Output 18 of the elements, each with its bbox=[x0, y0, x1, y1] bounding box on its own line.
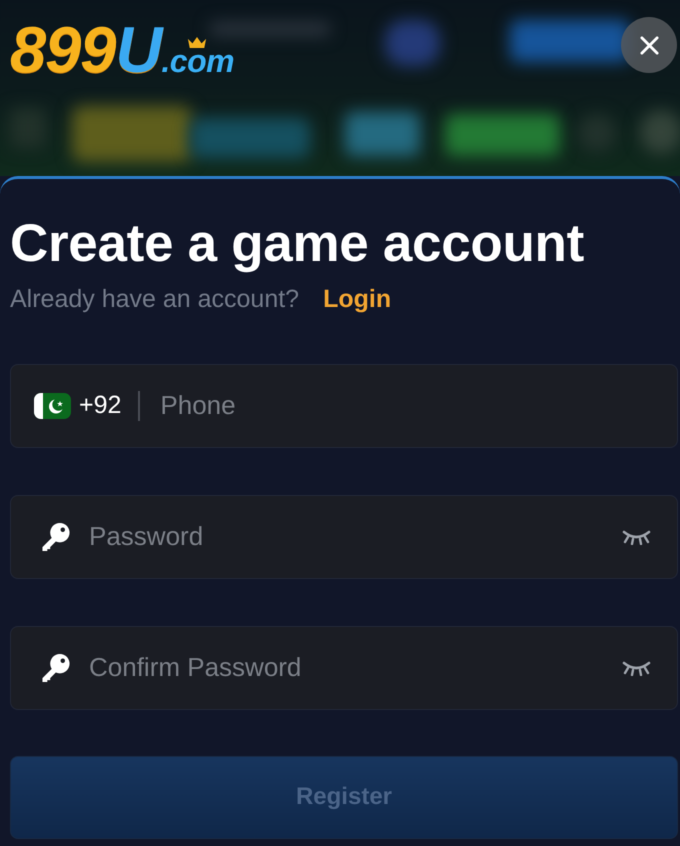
eye-closed-icon[interactable] bbox=[622, 660, 651, 676]
site-logo[interactable]: 899U.com bbox=[10, 17, 238, 82]
key-icon bbox=[41, 522, 71, 552]
login-link[interactable]: Login bbox=[323, 284, 392, 314]
flag-icon bbox=[34, 392, 71, 419]
key-icon bbox=[41, 652, 71, 683]
password-field[interactable]: Confirm Password bbox=[10, 626, 678, 710]
country-code[interactable]: +92 bbox=[79, 386, 122, 424]
phone-input[interactable]: Phone bbox=[158, 385, 677, 426]
phone-field[interactable]: +92 Phone bbox=[10, 364, 678, 448]
password-field[interactable]: Password bbox=[10, 494, 678, 579]
password-input[interactable]: Password bbox=[87, 516, 610, 558]
password-input[interactable]: Confirm Password bbox=[87, 647, 610, 688]
eye-closed-icon[interactable] bbox=[622, 528, 651, 545]
form-title: Create a game account bbox=[10, 213, 585, 275]
close-icon bbox=[640, 36, 658, 54]
login-prompt: Already have an account? bbox=[10, 284, 300, 314]
crown-icon bbox=[187, 36, 207, 49]
